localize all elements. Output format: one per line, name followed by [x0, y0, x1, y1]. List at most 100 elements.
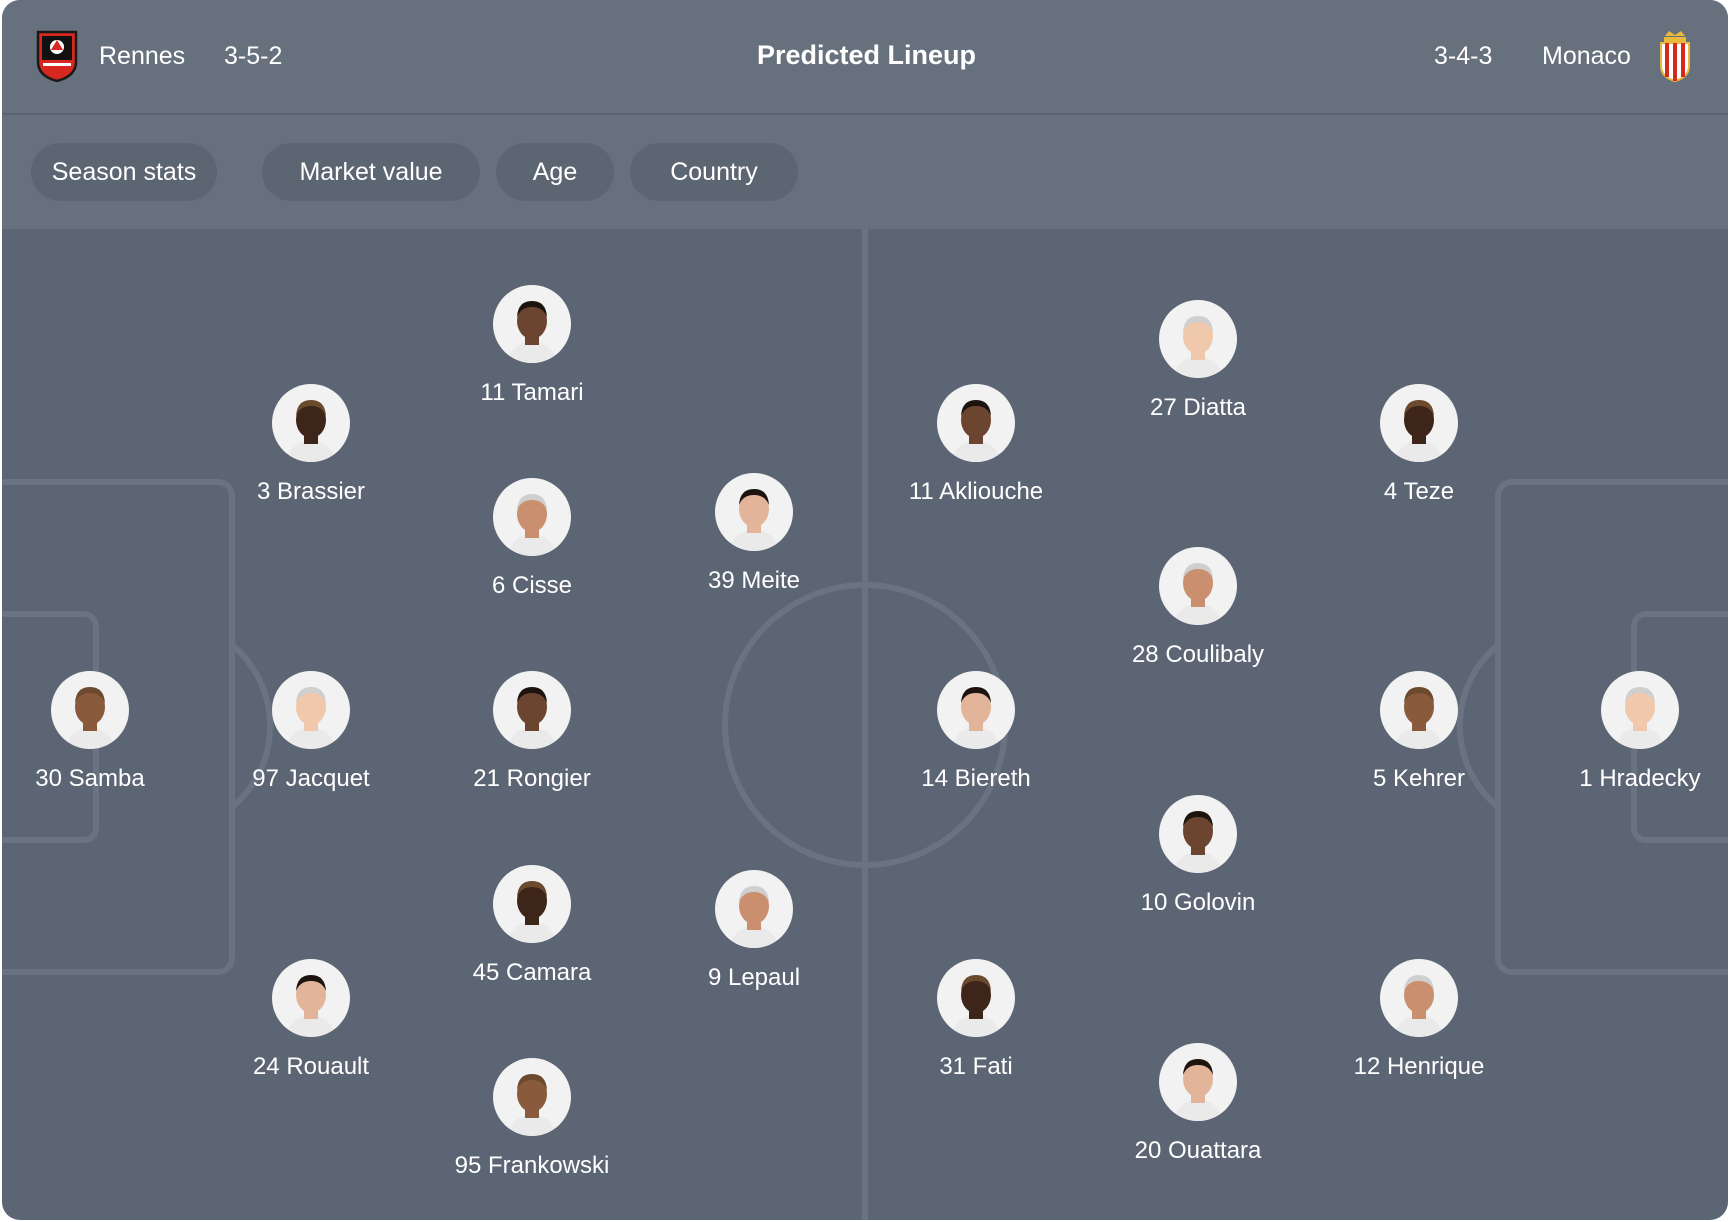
- player-photo-icon: [951, 400, 1001, 462]
- player-card[interactable]: 45 Camara: [432, 865, 632, 985]
- filter-age[interactable]: Age: [496, 143, 614, 201]
- player-photo-icon: [507, 494, 557, 556]
- player-avatar: [493, 671, 571, 749]
- player-avatar: [51, 671, 129, 749]
- player-avatar: [272, 384, 350, 462]
- player-photo-icon: [65, 687, 115, 749]
- player-avatar: [937, 959, 1015, 1037]
- player-photo-icon: [1394, 400, 1444, 462]
- player-photo-icon: [951, 975, 1001, 1037]
- player-photo-icon: [729, 886, 779, 948]
- player-card[interactable]: 6 Cisse: [432, 478, 632, 598]
- player-name: 5 Kehrer: [1372, 765, 1466, 792]
- player-name: 24 Rouault: [252, 1053, 370, 1080]
- filter-bar: [2, 115, 1728, 229]
- player-card[interactable]: 5 Kehrer: [1319, 671, 1519, 791]
- player-card[interactable]: 14 Biereth: [876, 671, 1076, 791]
- player-card[interactable]: 97 Jacquet: [211, 671, 411, 791]
- page-title: Predicted Lineup: [757, 40, 977, 70]
- player-avatar: [1159, 547, 1237, 625]
- player-name: 11 Akliouche: [908, 478, 1044, 505]
- rennes-crest-icon: [36, 30, 78, 82]
- player-photo-icon: [729, 489, 779, 551]
- player-avatar: [1380, 671, 1458, 749]
- player-card[interactable]: 28 Coulibaly: [1098, 547, 1298, 667]
- player-name: 12 Henrique: [1353, 1053, 1485, 1080]
- player-name: 10 Golovin: [1140, 889, 1256, 916]
- player-card[interactable]: 27 Diatta: [1098, 300, 1298, 420]
- player-photo-icon: [1394, 975, 1444, 1037]
- home-formation: 3-5-2: [224, 42, 283, 70]
- player-photo-icon: [507, 687, 557, 749]
- player-name: 3 Brassier: [256, 478, 366, 505]
- player-name: 14 Biereth: [921, 765, 1031, 792]
- player-avatar: [493, 478, 571, 556]
- player-card[interactable]: 20 Ouattara: [1098, 1043, 1298, 1163]
- player-card[interactable]: 10 Golovin: [1098, 795, 1298, 915]
- player-name: 39 Meite: [707, 567, 801, 594]
- player-avatar: [493, 285, 571, 363]
- player-photo-icon: [1173, 811, 1223, 873]
- player-card[interactable]: 12 Henrique: [1319, 959, 1519, 1079]
- player-card[interactable]: 24 Rouault: [211, 959, 411, 1079]
- player-avatar: [493, 865, 571, 943]
- filter-country[interactable]: Country: [630, 143, 798, 201]
- player-name: 20 Ouattara: [1134, 1137, 1262, 1164]
- away-formation: 3-4-3: [1434, 42, 1493, 70]
- player-avatar: [715, 870, 793, 948]
- player-photo-icon: [286, 975, 336, 1037]
- player-avatar: [1380, 959, 1458, 1037]
- player-name: 4 Teze: [1383, 478, 1455, 505]
- player-avatar: [937, 671, 1015, 749]
- player-avatar: [937, 384, 1015, 462]
- player-card[interactable]: 30 Samba: [2, 671, 190, 791]
- player-avatar: [272, 959, 350, 1037]
- player-avatar: [1380, 384, 1458, 462]
- player-photo-icon: [507, 1074, 557, 1136]
- away-team-name: Monaco: [1542, 42, 1631, 70]
- player-photo-icon: [1615, 687, 1665, 749]
- player-card[interactable]: 9 Lepaul: [654, 870, 854, 990]
- player-name: 6 Cisse: [491, 572, 573, 599]
- player-card[interactable]: 1 Hradecky: [1540, 671, 1728, 791]
- home-team-name: Rennes: [99, 42, 186, 70]
- player-photo-icon: [507, 301, 557, 363]
- player-photo-icon: [1173, 1059, 1223, 1121]
- player-avatar: [493, 1058, 571, 1136]
- player-card[interactable]: 39 Meite: [654, 473, 854, 593]
- predicted-lineup-card: Rennes 3-5-2 Predicted Lineup 3-4-3 Mona…: [2, 0, 1728, 1220]
- player-name: 45 Camara: [472, 959, 592, 986]
- monaco-crest-icon: [1660, 31, 1690, 82]
- player-avatar: [1159, 300, 1237, 378]
- player-photo-icon: [951, 687, 1001, 749]
- player-photo-icon: [286, 687, 336, 749]
- player-name: 1 Hradecky: [1579, 765, 1701, 792]
- filter-market-value[interactable]: Market value: [262, 143, 480, 201]
- player-photo-icon: [507, 881, 557, 943]
- player-name: 97 Jacquet: [252, 765, 370, 792]
- player-avatar: [715, 473, 793, 551]
- player-name: 95 Frankowski: [454, 1152, 610, 1179]
- player-name: 27 Diatta: [1149, 394, 1247, 421]
- player-avatar: [1159, 795, 1237, 873]
- player-photo-icon: [1173, 563, 1223, 625]
- player-card[interactable]: 11 Tamari: [432, 285, 632, 405]
- player-photo-icon: [286, 400, 336, 462]
- player-avatar: [1601, 671, 1679, 749]
- player-name: 11 Tamari: [480, 379, 584, 406]
- player-card[interactable]: 31 Fati: [876, 959, 1076, 1079]
- player-photo-icon: [1394, 687, 1444, 749]
- player-card[interactable]: 3 Brassier: [211, 384, 411, 504]
- player-name: 30 Samba: [35, 765, 145, 792]
- player-card[interactable]: 21 Rongier: [432, 671, 632, 791]
- player-card[interactable]: 95 Frankowski: [432, 1058, 632, 1178]
- player-name: 28 Coulibaly: [1131, 641, 1265, 668]
- player-avatar: [1159, 1043, 1237, 1121]
- player-name: 31 Fati: [939, 1053, 1013, 1080]
- player-name: 9 Lepaul: [707, 964, 801, 991]
- filter-season-stats[interactable]: Season stats: [31, 143, 217, 201]
- player-avatar: [272, 671, 350, 749]
- player-photo-icon: [1173, 316, 1223, 378]
- player-card[interactable]: 4 Teze: [1319, 384, 1519, 504]
- player-card[interactable]: 11 Akliouche: [876, 384, 1076, 504]
